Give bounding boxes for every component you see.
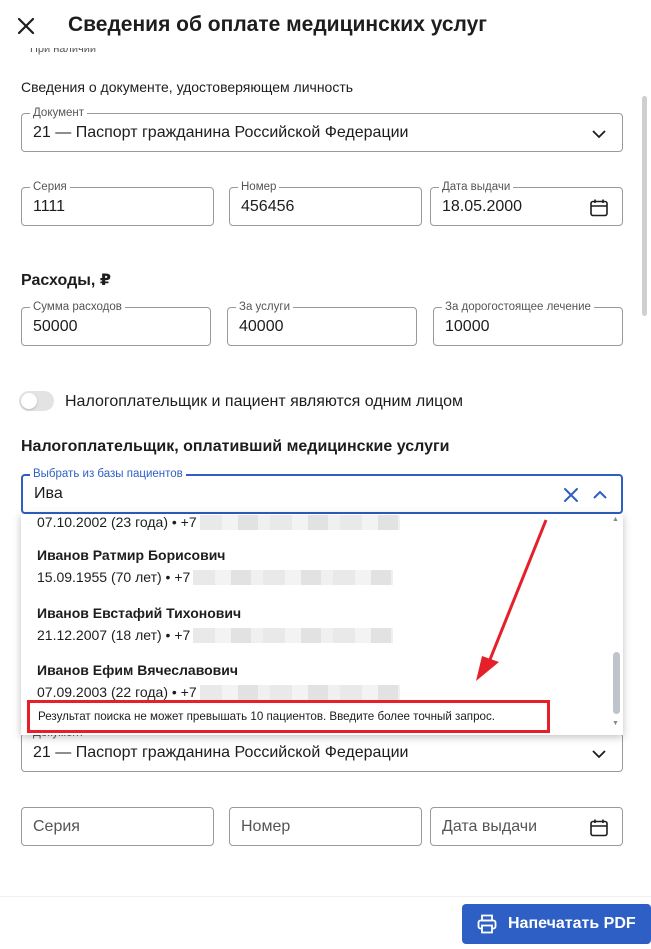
patient-search-label: Выбрать из базы пациентов (30, 467, 186, 481)
number-field[interactable]: Номер 456456 (229, 180, 422, 226)
patient-search-combobox[interactable]: Выбрать из базы пациентов Ива (21, 467, 623, 514)
payer-number-placeholder: Номер (241, 818, 291, 835)
patient-meta: 07.10.2002 (23 года) • +7 (37, 514, 400, 530)
search-limit-notice: Результат поиска не может превышать 10 п… (27, 700, 550, 733)
scroll-down-icon[interactable]: ▼ (612, 720, 619, 727)
patient-meta: 21.12.2007 (18 лет) • +7 (37, 627, 394, 643)
calendar-icon[interactable] (588, 197, 610, 219)
payer-number-field[interactable]: Номер (229, 807, 422, 846)
issue-date-value: 18.05.2000 (442, 198, 523, 215)
patient-meta: 15.09.1955 (70 лет) • +7 (37, 569, 394, 585)
redacted-phone (199, 685, 400, 700)
issue-date-label: Дата выдачи (439, 180, 514, 194)
total-expenses-label: Сумма расходов (30, 300, 125, 314)
payer-issue-date-placeholder: Дата выдачи (442, 818, 538, 835)
list-item[interactable]: 07.10.2002 (23 года) • +7 (37, 514, 400, 530)
clear-icon[interactable] (560, 484, 582, 506)
list-item[interactable]: Иванов Ефим Вячеславович 07.09.2003 (22 … (37, 662, 400, 700)
expensive-treatment-label: За дорогостоящее лечение (442, 300, 594, 314)
patient-meta-text: 21.12.2007 (18 лет) • +7 (37, 627, 191, 643)
scroll-up-icon[interactable]: ▲ (612, 516, 619, 523)
same-person-toggle[interactable] (19, 391, 54, 411)
patient-meta-text: 15.09.1955 (70 лет) • +7 (37, 569, 191, 585)
expensive-treatment-value: 10000 (445, 318, 490, 335)
document-select-value: 21 — Паспорт гражданина Российской Федер… (33, 124, 409, 141)
dropdown-scrollbar-thumb[interactable] (613, 652, 620, 714)
list-item[interactable]: Иванов Евстафий Тихонович 21.12.2007 (18… (37, 605, 394, 643)
search-limit-notice-text: Результат поиска не может превышать 10 п… (38, 710, 495, 723)
close-icon[interactable] (14, 14, 38, 38)
payer-series-placeholder: Серия (33, 818, 80, 835)
dialog-title: Сведения об оплате медицинских услуг (68, 13, 488, 36)
printer-icon (477, 914, 497, 934)
page-scrollbar-thumb[interactable] (642, 96, 647, 316)
payer-document-select[interactable]: Документ 21 — Паспорт гражданина Российс… (21, 726, 623, 772)
dropdown-scrollbar[interactable]: ▲ ▼ (611, 514, 621, 735)
patient-name: Иванов Евстафий Тихонович (37, 605, 242, 621)
total-expenses-field[interactable]: Сумма расходов 50000 (21, 300, 211, 346)
list-item[interactable]: Иванов Ратмир Борисович 15.09.1955 (70 л… (37, 547, 394, 585)
patient-name: Иванов Ефим Вячеславович (37, 662, 239, 678)
chevron-down-icon[interactable] (588, 123, 610, 145)
identity-section-label: Сведения о документе, удостоверяющем лич… (21, 79, 354, 95)
issue-date-field[interactable]: Дата выдачи 18.05.2000 (430, 180, 623, 226)
same-person-toggle-label: Налогоплательщик и пациент являются одни… (65, 393, 464, 410)
series-value: 1111 (33, 198, 66, 215)
patient-meta-text: 07.10.2002 (23 года) • +7 (37, 514, 197, 530)
document-select[interactable]: Документ 21 — Паспорт гражданина Российс… (21, 106, 623, 152)
calendar-icon[interactable] (588, 817, 610, 839)
series-field[interactable]: Серия 1111 (21, 180, 214, 226)
redacted-phone (193, 628, 394, 643)
number-value: 456456 (241, 198, 295, 215)
payer-series-field[interactable]: Серия (21, 807, 214, 846)
patient-dropdown-list: 07.10.2002 (23 года) • +7 Иванов Ратмир … (21, 514, 623, 735)
cut-off-hint: При наличии (30, 48, 96, 55)
patient-search-input[interactable]: Ива (34, 485, 63, 503)
number-label: Номер (238, 180, 280, 194)
services-expenses-label: За услуги (236, 300, 293, 314)
series-label: Серия (30, 180, 70, 194)
redacted-phone (199, 515, 400, 530)
page-scrollbar[interactable] (639, 56, 649, 896)
payer-title: Налогоплательщик, оплативший медицинские… (21, 438, 450, 455)
redacted-phone (193, 570, 394, 585)
toggle-knob (21, 393, 37, 409)
expensive-treatment-field[interactable]: За дорогостоящее лечение 10000 (433, 300, 623, 346)
patient-meta-text: 07.09.2003 (22 года) • +7 (37, 684, 197, 700)
chevron-down-icon[interactable] (588, 743, 610, 765)
patient-name: Иванов Ратмир Борисович (37, 547, 226, 563)
document-select-label: Документ (30, 106, 88, 120)
services-expenses-field[interactable]: За услуги 40000 (227, 300, 417, 346)
payer-document-value: 21 — Паспорт гражданина Российской Федер… (33, 744, 409, 761)
chevron-up-icon[interactable] (589, 484, 611, 506)
payer-issue-date-field[interactable]: Дата выдачи (430, 807, 623, 846)
dialog-header: Сведения об оплате медицинских услуг При… (0, 0, 651, 56)
print-pdf-label: Напечатать PDF (508, 915, 636, 932)
print-pdf-button[interactable]: Напечатать PDF (462, 904, 651, 944)
patient-meta: 07.09.2003 (22 года) • +7 (37, 684, 400, 700)
expenses-title: Расходы, ₽ (21, 272, 111, 289)
total-expenses-value: 50000 (33, 318, 78, 335)
services-expenses-value: 40000 (239, 318, 284, 335)
